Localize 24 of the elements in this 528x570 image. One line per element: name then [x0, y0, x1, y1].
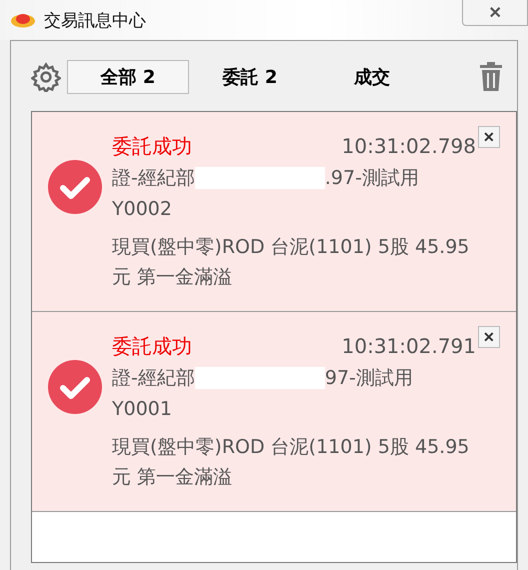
- account-text: 97-測試用: [324, 366, 413, 391]
- close-button[interactable]: ✕: [462, 0, 528, 26]
- account-text: 證-經紀部: [112, 366, 195, 391]
- check-circle-icon: [48, 160, 102, 214]
- tab[interactable]: 全部 2: [67, 60, 189, 94]
- account-text: .97-測試用: [324, 166, 419, 191]
- tab[interactable]: 成交: [311, 60, 433, 94]
- settings-icon[interactable]: [31, 62, 61, 92]
- message-title: 委託成功: [112, 332, 192, 360]
- account-text: 證-經紀部: [112, 166, 195, 191]
- check-circle-icon: [48, 360, 102, 414]
- trash-icon[interactable]: [479, 61, 503, 93]
- message-title: 委託成功: [112, 132, 192, 160]
- window-title: 交易訊息中心: [44, 10, 146, 32]
- close-button[interactable]: ✕: [478, 126, 500, 148]
- message-time: 10:31:02.791: [342, 334, 476, 358]
- account-id: Y0002: [112, 197, 173, 222]
- tab[interactable]: 委託 2: [189, 60, 311, 94]
- order-detail: 現買(盤中零)ROD 台泥(1101) 5股 45.95元 第一金滿溢: [112, 435, 470, 490]
- coin-icon: [10, 12, 36, 28]
- account-id: Y0001: [112, 397, 173, 422]
- order-detail: 現買(盤中零)ROD 台泥(1101) 5股 45.95元 第一金滿溢: [112, 235, 470, 290]
- message-time: 10:31:02.798: [342, 134, 476, 158]
- close-button[interactable]: ✕: [478, 326, 500, 348]
